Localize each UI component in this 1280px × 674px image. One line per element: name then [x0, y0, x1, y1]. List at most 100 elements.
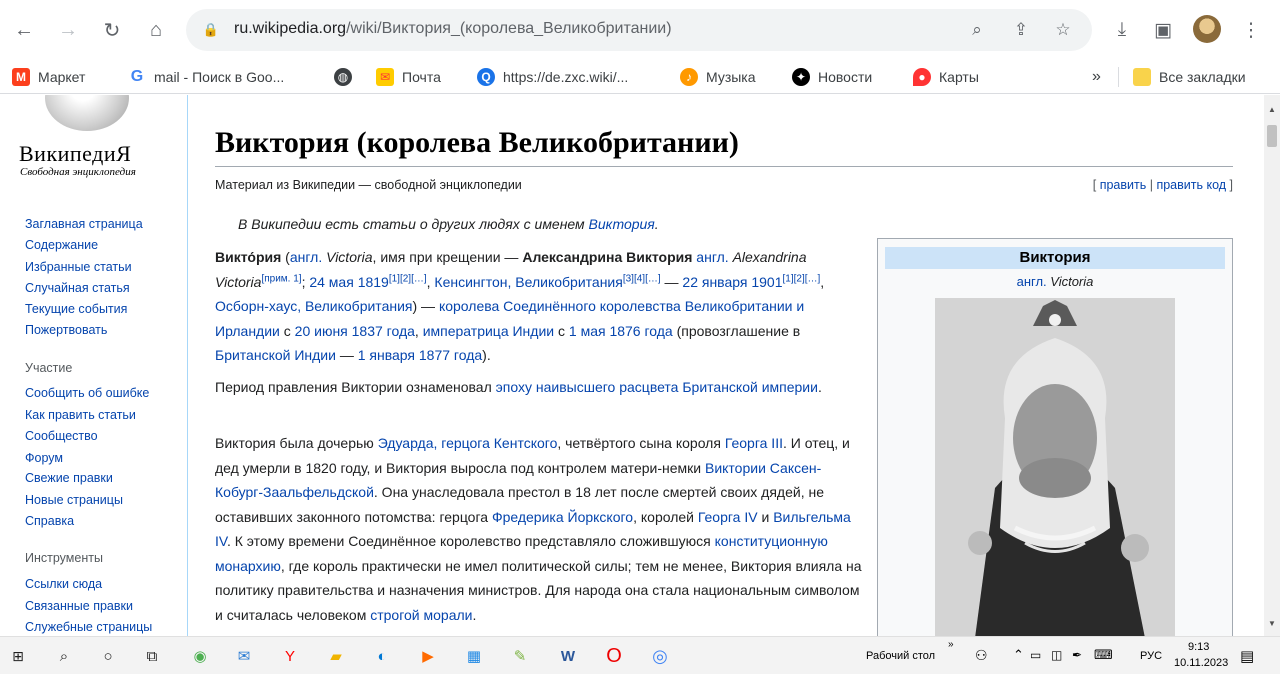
chrome-icon[interactable]: ◎	[648, 644, 672, 668]
network-icon[interactable]: ▭	[1030, 648, 1041, 662]
google-icon: G	[128, 68, 146, 86]
logo-title[interactable]: ВикипедиЯ	[19, 141, 131, 167]
page-title: Виктория (королева Великобритании)	[215, 126, 739, 159]
article-paragraph-biography: Виктория была дочерью Эдуарда, герцога К…	[215, 435, 862, 623]
volume-icon[interactable]: ◫	[1051, 648, 1062, 662]
star-icon[interactable]: ☆	[1052, 19, 1074, 41]
pen-icon[interactable]: ✒	[1072, 648, 1082, 662]
profile-avatar[interactable]	[1193, 15, 1221, 43]
sidebar-item-howto[interactable]: Как править статьи	[25, 408, 136, 422]
notifications-icon[interactable]: ▤	[1240, 647, 1254, 665]
edit-link[interactable]: править	[1100, 178, 1147, 192]
bookmark-mail-search[interactable]: Gmail - Поиск в Goo...	[128, 67, 284, 87]
bookmarks-overflow-button[interactable]: »	[1092, 67, 1101, 87]
clock-time[interactable]: 9:13	[1188, 641, 1209, 653]
reload-icon[interactable]: ↻	[96, 14, 128, 46]
sidebar-item-whatlinks[interactable]: Ссылки сюда	[25, 577, 102, 591]
windows-start-icon[interactable]: ⊞	[6, 644, 30, 668]
divider	[1118, 67, 1119, 87]
share-icon[interactable]: ⇪	[1010, 19, 1032, 41]
url-text: ru.wikipedia.org/wiki/Виктория_(королева…	[234, 20, 672, 37]
edit-code-link[interactable]: править код	[1156, 178, 1226, 192]
bookmark-news[interactable]: ✦ Новости	[792, 67, 872, 87]
sidebar-heading-tools: Инструменты	[25, 551, 103, 565]
side-panel-icon[interactable]: ▣	[1148, 14, 1178, 46]
people-icon[interactable]: ⚇	[975, 647, 988, 664]
word-icon[interactable]: W	[556, 644, 580, 668]
globe-icon: ◍	[334, 68, 352, 86]
menu-icon[interactable]: ⋮	[1236, 14, 1266, 46]
bookmark-zxc[interactable]: Qhttps://de.zxc.wiki/...	[477, 67, 628, 87]
wikipedia-page: ВикипедиЯ Свободная энциклопедия Заглавн…	[0, 95, 1264, 636]
task-view-icon[interactable]: ⧉	[140, 644, 164, 668]
browser-toolbar: ← → ↻ ⌂ 🔒 ru.wikipedia.org/wiki/Виктория…	[0, 0, 1280, 60]
sidebar-heading-participation: Участие	[25, 361, 73, 375]
bookmark-mail[interactable]: ✉ Почта	[376, 67, 441, 87]
sidebar-item-main[interactable]: Заглавная страница	[25, 217, 143, 231]
sidebar-item-events[interactable]: Текущие события	[25, 302, 127, 316]
maps-icon: ●	[913, 68, 931, 86]
sidebar-item-special[interactable]: Служебные страницы	[25, 620, 152, 634]
app-circle-icon[interactable]: ◉	[188, 644, 212, 668]
article-paragraph-intro: Викто́рия (англ. Victoria, имя при креще…	[215, 249, 825, 363]
all-bookmarks-button[interactable]: Все закладки	[1133, 67, 1246, 87]
title-divider	[215, 166, 1233, 167]
sidebar: ВикипедиЯ Свободная энциклопедия Заглавн…	[0, 95, 187, 636]
address-bar[interactable]: 🔒 ru.wikipedia.org/wiki/Виктория_(короле…	[186, 9, 1092, 51]
music-icon: ♪	[680, 68, 698, 86]
scroll-thumb[interactable]	[1267, 125, 1277, 147]
infobox: Виктория англ. Victoria	[877, 238, 1233, 636]
tagline: Материал из Википедии — свободной энцикл…	[215, 178, 522, 192]
scroll-up-icon[interactable]: ▲	[1268, 105, 1276, 114]
home-icon[interactable]: ⌂	[140, 14, 172, 46]
lock-icon[interactable]: 🔒	[200, 19, 222, 41]
sidebar-item-donate[interactable]: Пожертвовать	[25, 323, 107, 337]
search-icon[interactable]: ⌕	[52, 644, 76, 668]
sidebar-item-newpages[interactable]: Новые страницы	[25, 493, 123, 507]
mail-app-icon[interactable]: ✉	[232, 644, 256, 668]
sidebar-item-community[interactable]: Сообщество	[25, 429, 98, 443]
edge-icon[interactable]: ◐	[370, 644, 394, 668]
epoch-link[interactable]: эпоху наивысшего расцвета Британской имп…	[496, 379, 818, 395]
keyboard-icon[interactable]: ⌨	[1094, 647, 1113, 663]
sidebar-item-contents[interactable]: Содержание	[25, 238, 98, 252]
tray-chevron-icon[interactable]: ⌃	[1013, 647, 1024, 663]
download-icon[interactable]: ⤓	[1107, 14, 1137, 46]
clock-date[interactable]: 10.11.2023	[1174, 657, 1228, 669]
file-explorer-icon[interactable]: ▰	[324, 644, 348, 668]
back-icon[interactable]: ←	[8, 14, 40, 46]
sidebar-item-featured[interactable]: Избранные статьи	[25, 260, 132, 274]
bookmark-globe[interactable]: ◍	[334, 67, 360, 87]
bookmark-market[interactable]: M Маркет	[12, 67, 85, 87]
infobox-subtitle: англ. Victoria	[1016, 274, 1094, 289]
hatnote-link[interactable]: Виктория	[589, 216, 655, 232]
hatnote: В Википедии есть статьи о других людях с…	[238, 216, 659, 232]
windows-taskbar: ⊞ ⌕ ○ ⧉ ◉ ✉ Y ▰ ◐ ▶ ▦ ✎ W O ◎ Рабочий ст…	[0, 636, 1280, 674]
page-scrollbar[interactable]: ▲ ▼	[1264, 95, 1280, 636]
yandex-market-icon: M	[12, 68, 30, 86]
remote-desktop-icon[interactable]: ▦	[462, 644, 486, 668]
wikipedia-globe-logo[interactable]	[45, 95, 129, 131]
yandex-browser-icon[interactable]: Y	[278, 644, 302, 668]
paint-icon[interactable]: ✎	[508, 644, 532, 668]
bookmark-maps[interactable]: ● Карты	[913, 67, 979, 87]
toolbar-overflow-icon[interactable]: »	[948, 639, 954, 650]
bookmark-music[interactable]: ♪ Музыка	[680, 67, 756, 87]
bookmarks-bar: M Маркет Gmail - Поиск в Goo... ◍ ✉ Почта …	[0, 60, 1280, 94]
opera-icon[interactable]: O	[602, 644, 626, 668]
language-indicator[interactable]: РУС	[1140, 650, 1162, 662]
sidebar-item-help[interactable]: Справка	[25, 514, 74, 528]
desktop-toolbar-label[interactable]: Рабочий стол	[866, 650, 935, 662]
sidebar-item-random[interactable]: Случайная статья	[25, 281, 130, 295]
zoom-icon[interactable]: ⌕	[966, 19, 988, 41]
sidebar-item-forum[interactable]: Форум	[25, 451, 63, 465]
media-player-icon[interactable]: ▶	[416, 644, 440, 668]
sidebar-item-report[interactable]: Сообщить об ошибке	[25, 386, 149, 400]
scroll-down-icon[interactable]: ▼	[1268, 619, 1276, 628]
infobox-lang-link[interactable]: англ.	[1017, 274, 1047, 289]
sidebar-item-recent[interactable]: Свежие правки	[25, 471, 113, 485]
portrait-image[interactable]	[935, 298, 1175, 636]
forward-icon[interactable]: →	[52, 14, 84, 46]
cortana-icon[interactable]: ○	[96, 644, 120, 668]
sidebar-item-related[interactable]: Связанные правки	[25, 599, 133, 613]
